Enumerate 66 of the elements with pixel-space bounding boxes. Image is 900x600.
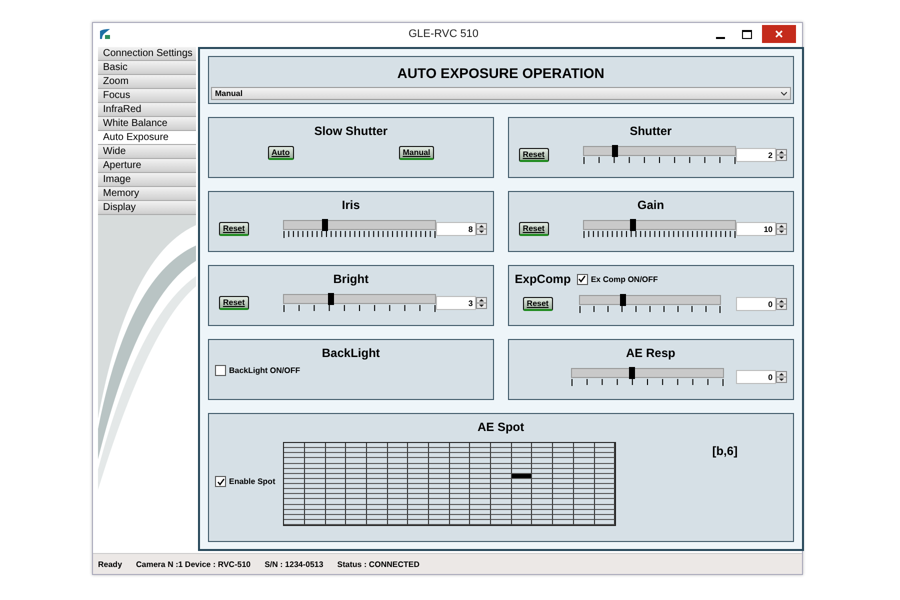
checkmark-icon: [216, 478, 224, 486]
checkbox[interactable]: BackLight ON/OFF: [215, 365, 300, 376]
panel-title: Gain: [636, 198, 666, 212]
slider-thumb[interactable]: [328, 293, 334, 305]
reset-button[interactable]: Reset: [219, 222, 249, 236]
spinner-arrows-icon[interactable]: [776, 149, 787, 161]
minimize-icon: [716, 36, 726, 38]
maximize-icon: [742, 30, 752, 38]
status-text: Camera N :1 Device : RVC-510: [136, 560, 251, 568]
checkmark-icon: [578, 275, 586, 283]
page-title: AUTO EXPOSURE OPERATION: [397, 65, 604, 81]
spot-grid[interactable]: [283, 442, 616, 526]
mode-dropdown[interactable]: Manual: [211, 87, 791, 100]
reset-button[interactable]: Reset: [219, 296, 249, 310]
value-field[interactable]: 3: [436, 296, 476, 310]
spinner-arrows-icon[interactable]: [776, 223, 787, 235]
sidebar-item[interactable]: Connection Settings: [98, 47, 196, 61]
panel-title: ExpComp: [514, 272, 571, 286]
value-field[interactable]: 8: [436, 222, 476, 236]
window-title: GLE-RVC 510: [407, 28, 479, 40]
slider-thumb[interactable]: [322, 219, 328, 231]
chevron-down-icon: [780, 92, 787, 96]
spinner-arrows-icon[interactable]: [476, 223, 487, 235]
app-logo-icon: [99, 28, 111, 40]
sidebar-item[interactable]: Aperture: [98, 159, 196, 173]
panel-title: Shutter: [628, 124, 673, 138]
status-text: S/N : 1234-0513: [264, 560, 324, 568]
spinner-arrows-icon[interactable]: [476, 297, 487, 309]
sidebar-item[interactable]: Auto Exposure: [98, 131, 196, 145]
reset-button[interactable]: Reset: [522, 297, 553, 311]
sidebar-item[interactable]: Zoom: [98, 75, 196, 89]
value-field[interactable]: 0: [736, 370, 776, 384]
panel-title: AE Resp: [625, 346, 676, 360]
spinner-arrows-icon[interactable]: [776, 298, 787, 310]
value-field[interactable]: 2: [736, 148, 776, 162]
panel-title: AE Spot: [476, 420, 526, 434]
spot-position: [b,6]: [712, 444, 738, 458]
close-icon: [774, 30, 783, 38]
sidebar-item[interactable]: Image: [98, 173, 196, 187]
slider-thumb[interactable]: [620, 294, 626, 306]
reset-button[interactable]: Reset: [518, 222, 549, 236]
status-text: Ready: [98, 560, 122, 568]
value-field[interactable]: 10: [736, 222, 776, 236]
mode-button[interactable]: Auto: [268, 146, 294, 160]
mode-button[interactable]: Manual: [398, 146, 434, 160]
panel-title: Slow Shutter: [313, 124, 389, 138]
sidebar-item[interactable]: Wide: [98, 145, 196, 159]
panel-title: Iris: [340, 198, 361, 212]
checkbox[interactable]: Enable Spot: [215, 476, 276, 487]
sidebar-item[interactable]: Basic: [98, 61, 196, 75]
panel-title: Bright: [332, 272, 370, 286]
checkbox[interactable]: Ex Comp ON/OFF: [576, 274, 658, 284]
sidebar-item[interactable]: Display: [98, 201, 196, 215]
slider-thumb[interactable]: [612, 145, 618, 157]
sidebar-item[interactable]: InfraRed: [98, 103, 196, 117]
status-text: Status : CONNECTED: [337, 560, 420, 568]
slider-thumb[interactable]: [629, 367, 636, 379]
reset-button[interactable]: Reset: [518, 148, 549, 162]
slider-thumb[interactable]: [630, 219, 636, 231]
spinner-arrows-icon[interactable]: [776, 371, 787, 383]
sidebar-item[interactable]: White Balance: [98, 117, 196, 131]
sidebar-item[interactable]: Memory: [98, 187, 196, 201]
close-button[interactable]: [762, 25, 796, 43]
sidebar-item[interactable]: Focus: [98, 89, 196, 103]
panel-title: BackLight: [320, 346, 381, 360]
value-field[interactable]: 0: [736, 297, 776, 311]
